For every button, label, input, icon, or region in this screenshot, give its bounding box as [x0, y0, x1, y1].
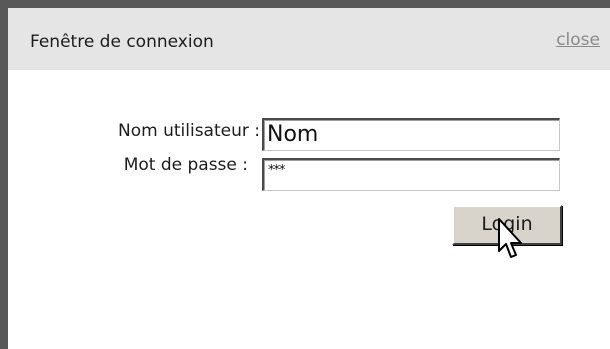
username-input[interactable]: Nom [262, 118, 560, 151]
password-input[interactable]: *** [262, 158, 560, 191]
mouse-pointer-icon [498, 218, 522, 258]
dialog-title: Fenêtre de connexion [30, 32, 214, 52]
close-link[interactable]: close [556, 30, 600, 50]
username-label: Nom utilisateur : [118, 121, 260, 141]
password-label: Mot de passe : [123, 155, 248, 175]
login-screen: Fenêtre de connexion close Nom utilisate… [0, 0, 610, 349]
window-frame-left [0, 0, 8, 349]
login-dialog: Fenêtre de connexion close Nom utilisate… [8, 8, 610, 349]
dialog-titlebar: Fenêtre de connexion close [8, 8, 610, 70]
window-frame-top [0, 0, 610, 8]
